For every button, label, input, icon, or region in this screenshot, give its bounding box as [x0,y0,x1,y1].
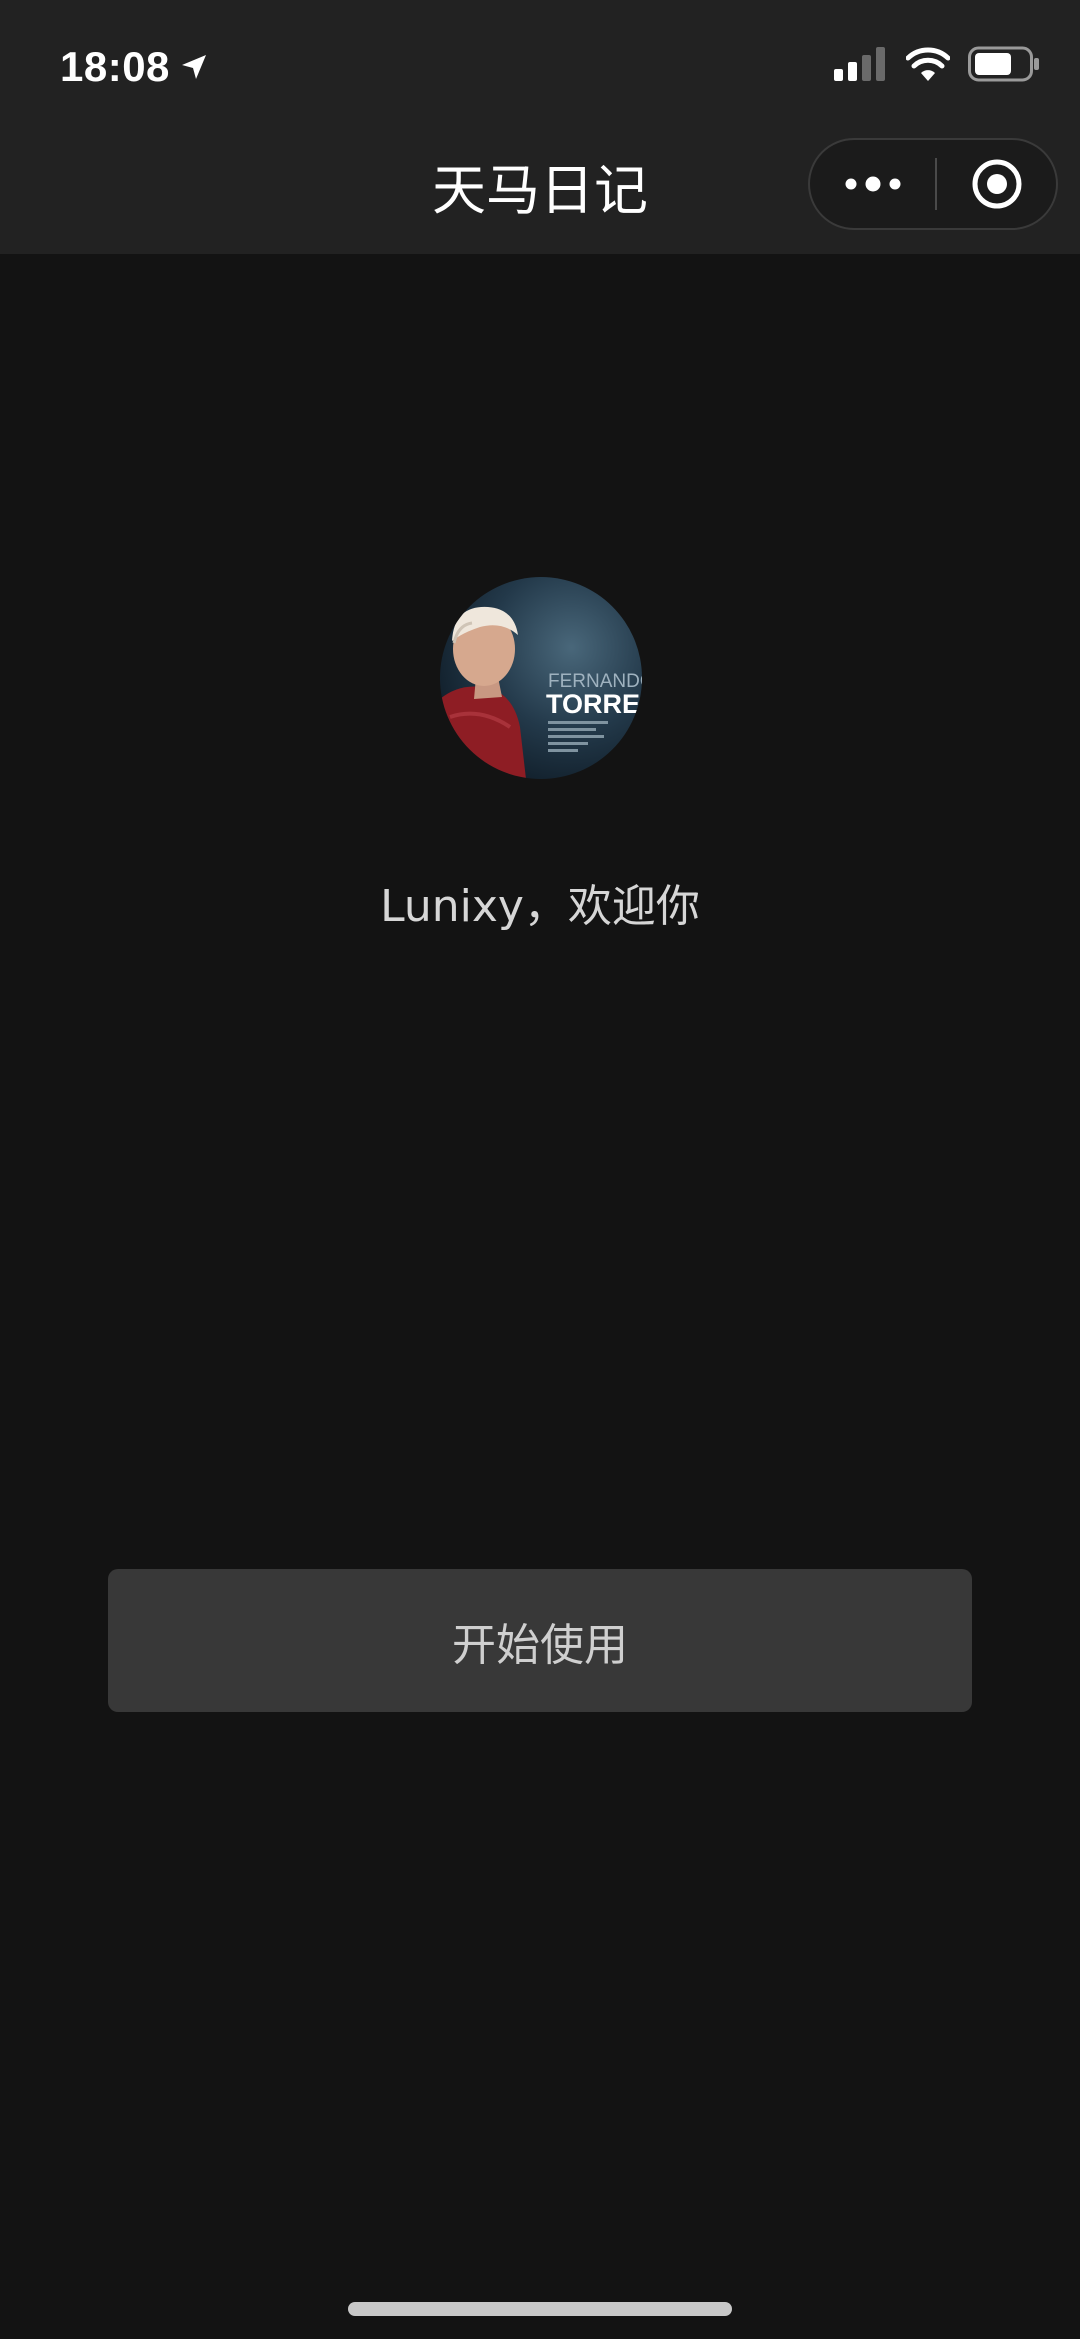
status-time-group: 18:08 [60,40,208,94]
status-bar: 18:08 [0,0,1080,130]
start-button[interactable]: 开始使用 [108,1569,972,1712]
more-dots-icon [845,176,900,192]
location-arrow-icon [180,53,208,81]
avatar-name-line2: TORRES [546,689,642,719]
welcome-text: Lunixy，欢迎你 [380,881,700,932]
mini-program-close-icon [972,159,1021,209]
top-bar: 18:08 天马日记 [0,0,1080,254]
status-time: 18:08 [60,43,170,90]
mini-program-capsule [808,138,1058,230]
close-button[interactable] [937,140,1056,228]
battery-icon [968,46,1040,86]
status-indicators [834,44,1040,88]
wifi-icon [905,47,951,85]
home-indicator[interactable] [348,2302,732,2316]
more-button[interactable] [810,140,935,228]
cellular-signal-icon [834,47,888,85]
avatar[interactable]: FERNANDO TORRES [440,577,642,779]
